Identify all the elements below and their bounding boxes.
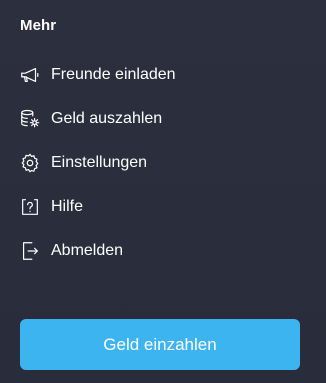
- more-menu: Freunde einladen Geld auszahlen Einstell…: [0, 53, 326, 273]
- menu-item-logout[interactable]: Abmelden: [0, 229, 326, 273]
- coins-gear-icon: [18, 107, 42, 131]
- more-panel: Mehr Freunde einladen Geld auszahlen Ein…: [0, 0, 326, 383]
- menu-item-help[interactable]: Hilfe: [0, 185, 326, 229]
- gear-icon: [18, 151, 42, 175]
- menu-item-withdraw-money[interactable]: Geld auszahlen: [0, 97, 326, 141]
- megaphone-icon: [18, 63, 42, 87]
- deposit-money-button[interactable]: Geld einzahlen: [20, 319, 300, 370]
- menu-item-label: Hilfe: [51, 198, 84, 215]
- menu-item-label: Abmelden: [51, 242, 124, 259]
- section-title: Mehr: [20, 17, 57, 34]
- menu-item-label: Freunde einladen: [51, 66, 176, 83]
- help-icon: [18, 195, 42, 219]
- menu-item-label: Geld auszahlen: [51, 110, 163, 127]
- menu-item-invite-friends[interactable]: Freunde einladen: [0, 53, 326, 97]
- logout-icon: [18, 239, 42, 263]
- menu-item-label: Einstellungen: [51, 154, 148, 171]
- menu-item-settings[interactable]: Einstellungen: [0, 141, 326, 185]
